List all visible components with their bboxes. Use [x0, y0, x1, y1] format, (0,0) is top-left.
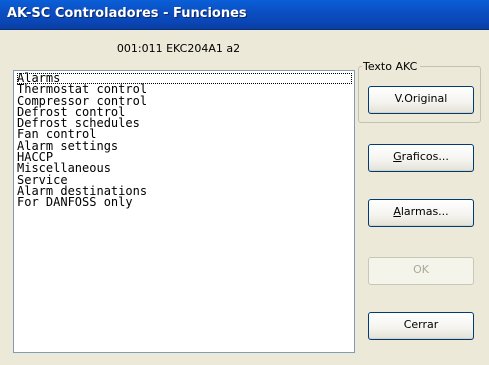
alarmas-button[interactable]: Alarmas...: [368, 199, 474, 227]
cerrar-button[interactable]: Cerrar: [368, 312, 474, 340]
functions-dialog: AK-SC Controladores - Funciones 001:011 …: [0, 0, 489, 365]
title-bar[interactable]: AK-SC Controladores - Funciones: [0, 0, 489, 30]
graficos-button[interactable]: Graficos...: [368, 144, 474, 172]
alarmas-label: larmas...: [400, 205, 449, 218]
ok-label: OK: [413, 263, 429, 276]
alarmas-mnemonic: A: [393, 205, 401, 218]
functions-listbox[interactable]: Alarms Thermostat control Compressor con…: [13, 70, 355, 353]
device-label: 001:011 EKC204A1 a2: [116, 42, 241, 55]
graficos-mnemonic: G: [393, 150, 402, 163]
v-original-button[interactable]: V.Original: [368, 86, 474, 114]
window-title: AK-SC Controladores - Funciones: [7, 6, 247, 21]
graficos-label: raficos...: [401, 150, 449, 163]
v-original-label: V.Original: [394, 92, 448, 105]
ok-button[interactable]: OK: [368, 257, 474, 285]
group-label: Texto AKC: [362, 60, 421, 73]
list-item[interactable]: Alarm settings: [17, 140, 352, 152]
list-item[interactable]: For DANFOSS only: [17, 196, 352, 208]
cerrar-label: Cerrar: [403, 318, 439, 331]
